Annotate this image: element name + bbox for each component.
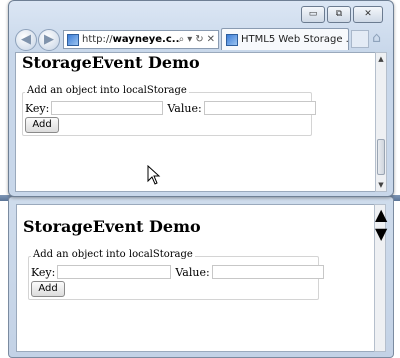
browser-window-bottom: StorageEvent Demo Add an object into loc… [8, 196, 394, 358]
page-viewport-bottom: StorageEvent Demo Add an object into loc… [16, 204, 380, 352]
close-icon[interactable]: ✕ [353, 6, 383, 23]
page-viewport-top: StorageEvent Demo Add an object into loc… [15, 52, 381, 192]
tab-html5-web-storage[interactable]: HTML5 Web Storage ... ✕ [221, 28, 349, 50]
add-button[interactable]: Add [25, 117, 59, 133]
scrollbar-thumb[interactable] [377, 139, 385, 175]
page-title: StorageEvent Demo [22, 53, 200, 72]
minimize-icon[interactable]: ▭ [301, 6, 325, 23]
vertical-scrollbar-bottom[interactable]: ▲ ▼ [374, 204, 387, 352]
add-object-fieldset: Add an object into localStorage Key: Val… [22, 85, 316, 136]
scroll-down-icon[interactable]: ▼ [376, 180, 386, 190]
page-content-top: StorageEvent Demo [22, 53, 200, 72]
title-bar: ▭ ⧉ ✕ [9, 1, 393, 29]
fieldset-legend: Add an object into localStorage [31, 249, 195, 260]
page-content-bottom: StorageEvent Demo [23, 217, 201, 236]
mouse-cursor-icon [147, 165, 161, 185]
refresh-icon[interactable]: ↻ [195, 34, 203, 45]
key-label: Key: [25, 101, 50, 115]
forward-icon[interactable]: ▶ [38, 29, 60, 51]
scroll-up-icon[interactable]: ▲ [376, 54, 386, 64]
key-input[interactable] [57, 265, 172, 279]
address-text: http://wayneye.c... [82, 34, 179, 45]
browser-window-top: ▭ ⧉ ✕ ◀ ▶ http://wayneye.c... ⌕ ▾ ↻ ✕ HT… [8, 0, 394, 197]
search-icon[interactable]: ⌕ [179, 34, 185, 45]
value-input[interactable] [203, 101, 316, 115]
key-input[interactable] [51, 101, 164, 115]
back-icon[interactable]: ◀ [15, 29, 37, 51]
page-title: StorageEvent Demo [23, 217, 201, 236]
site-favicon-icon [67, 33, 79, 46]
stop-icon[interactable]: ✕ [207, 34, 215, 45]
new-tab-button[interactable] [351, 30, 369, 48]
add-button[interactable]: Add [31, 281, 65, 297]
value-input[interactable] [211, 265, 324, 279]
navigation-bar: ◀ ▶ http://wayneye.c... ⌕ ▾ ↻ ✕ HTML5 We… [9, 27, 393, 53]
dropdown-icon[interactable]: ▾ [187, 34, 192, 45]
value-label: Value: [167, 101, 202, 115]
restore-icon[interactable]: ⧉ [327, 6, 351, 23]
tab-favicon-icon [226, 33, 238, 46]
add-object-fieldset: Add an object into localStorage Key: Val… [28, 249, 324, 300]
fieldset-legend: Add an object into localStorage [25, 85, 189, 96]
key-label: Key: [31, 265, 56, 279]
address-bar[interactable]: http://wayneye.c... ⌕ ▾ ↻ ✕ [63, 30, 219, 49]
value-label: Value: [175, 265, 210, 279]
key-value-row: Key: Value: [31, 265, 324, 279]
home-icon[interactable]: ⌂ [372, 30, 381, 46]
window-controls: ▭ ⧉ ✕ [301, 6, 383, 23]
key-value-row: Key: Value: [25, 101, 316, 115]
scroll-down-icon[interactable]: ▼ [375, 224, 387, 243]
vertical-scrollbar-top[interactable]: ▲ ▼ [375, 52, 387, 192]
scroll-up-icon[interactable]: ▲ [375, 205, 387, 224]
tab-title: HTML5 Web Storage ... [241, 34, 349, 45]
address-actions: ⌕ ▾ ↻ ✕ [179, 34, 218, 45]
